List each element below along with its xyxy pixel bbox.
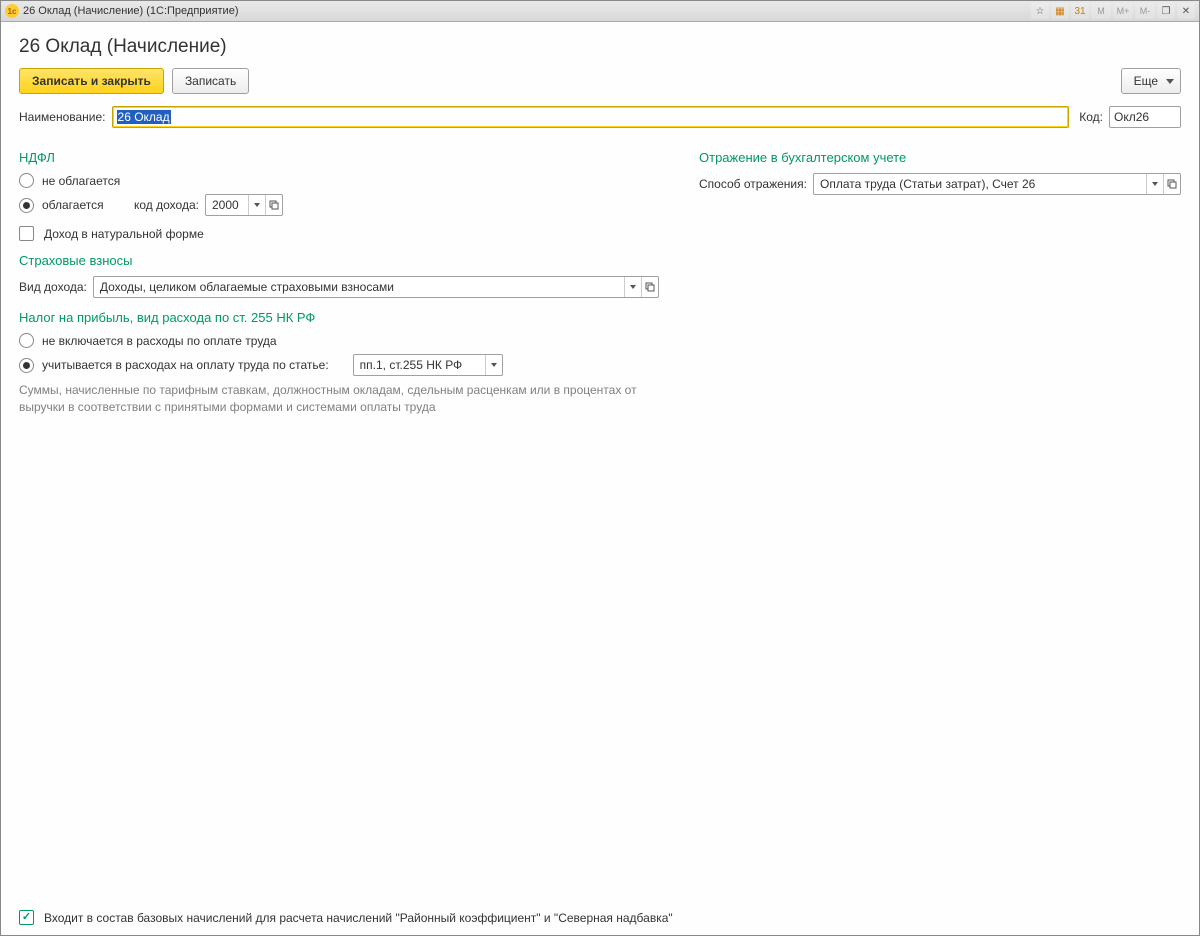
window-title: 26 Оклад (Начисление) (1С:Предприятие) bbox=[23, 5, 238, 17]
accounting-method-label: Способ отражения: bbox=[699, 177, 807, 191]
income-code-open-icon[interactable] bbox=[265, 195, 282, 215]
left-column: НДФЛ не облагается облагается код дохода… bbox=[19, 138, 659, 416]
insurance-title: Страховые взносы bbox=[19, 253, 659, 268]
save-button[interactable]: Записать bbox=[172, 68, 249, 94]
profit-article-dropdown-icon[interactable] bbox=[485, 355, 502, 375]
ndfl-taxed-radio[interactable] bbox=[19, 198, 34, 213]
maximize-icon[interactable]: ❐ bbox=[1157, 3, 1175, 19]
flex-spacer bbox=[19, 416, 1181, 900]
income-type-value: Доходы, целиком облагаемые страховыми вз… bbox=[94, 277, 624, 297]
memory-m-button[interactable]: M bbox=[1091, 3, 1111, 19]
natural-income-checkbox[interactable] bbox=[19, 226, 34, 241]
accounting-method-value: Оплата труда (Статьи затрат), Счет 26 bbox=[814, 174, 1146, 194]
income-code-dropdown-icon[interactable] bbox=[248, 195, 265, 215]
name-label: Наименование: bbox=[19, 110, 106, 124]
calendar-icon[interactable]: 31 bbox=[1071, 3, 1089, 19]
natural-income-label: Доход в натуральной форме bbox=[44, 227, 204, 241]
footer: Входит в состав базовых начислений для р… bbox=[1, 906, 1199, 935]
app-window: 1c 26 Оклад (Начисление) (1С:Предприятие… bbox=[0, 0, 1200, 936]
code-input[interactable]: Окл26 bbox=[1109, 106, 1181, 128]
profit-tax-hint: Суммы, начисленные по тарифным ставкам, … bbox=[19, 382, 659, 416]
toolbar: Записать и закрыть Записать Еще bbox=[19, 68, 1181, 94]
calculator-icon[interactable]: ▦ bbox=[1051, 3, 1069, 19]
memory-mplus-button[interactable]: M+ bbox=[1113, 3, 1133, 19]
save-close-label: Записать и закрыть bbox=[32, 74, 151, 88]
income-type-dropdown-icon[interactable] bbox=[624, 277, 641, 297]
page-title: 26 Оклад (Начисление) bbox=[19, 36, 1181, 58]
titlebar: 1c 26 Оклад (Начисление) (1С:Предприятие… bbox=[1, 1, 1199, 22]
profit-included-label: учитывается в расходах на оплату труда п… bbox=[42, 358, 329, 372]
close-icon[interactable]: ✕ bbox=[1177, 3, 1195, 19]
profit-included-radio[interactable] bbox=[19, 358, 34, 373]
ndfl-not-taxed-row[interactable]: не облагается bbox=[19, 173, 659, 188]
income-code-value: 2000 bbox=[206, 195, 248, 215]
favorite-icon[interactable]: ☆ bbox=[1031, 3, 1049, 19]
code-value: Окл26 bbox=[1114, 110, 1149, 124]
two-columns: НДФЛ не облагается облагается код дохода… bbox=[19, 138, 1181, 416]
profit-not-included-radio[interactable] bbox=[19, 333, 34, 348]
income-type-row: Вид дохода: Доходы, целиком облагаемые с… bbox=[19, 276, 659, 298]
accounting-method-dropdown-icon[interactable] bbox=[1146, 174, 1163, 194]
profit-article-combo[interactable]: пп.1, ст.255 НК РФ bbox=[353, 354, 503, 376]
natural-income-row[interactable]: Доход в натуральной форме bbox=[19, 226, 659, 241]
app-icon: 1c bbox=[5, 4, 19, 18]
content-area: 26 Оклад (Начисление) Записать и закрыть… bbox=[1, 22, 1199, 906]
ndfl-title: НДФЛ bbox=[19, 150, 659, 165]
income-type-combo[interactable]: Доходы, целиком облагаемые страховыми вз… bbox=[93, 276, 659, 298]
more-button[interactable]: Еще bbox=[1121, 68, 1181, 94]
accounting-title: Отражение в бухгалтерском учете bbox=[699, 150, 1181, 165]
more-label: Еще bbox=[1134, 74, 1158, 88]
accounting-method-row: Способ отражения: Оплата труда (Статьи з… bbox=[699, 173, 1181, 195]
code-label: Код: bbox=[1079, 110, 1103, 124]
chevron-down-icon bbox=[1166, 79, 1174, 84]
profit-tax-title: Налог на прибыль, вид расхода по ст. 255… bbox=[19, 310, 659, 325]
income-code-combo[interactable]: 2000 bbox=[205, 194, 283, 216]
memory-mminus-button[interactable]: M- bbox=[1135, 3, 1155, 19]
base-coeff-label: Входит в состав базовых начислений для р… bbox=[44, 911, 673, 925]
profit-not-included-label: не включается в расходы по оплате труда bbox=[42, 334, 277, 348]
name-input[interactable]: 26 Оклад bbox=[112, 106, 1070, 128]
profit-not-included-row[interactable]: не включается в расходы по оплате труда bbox=[19, 333, 659, 348]
ndfl-taxed-label: облагается bbox=[42, 198, 120, 212]
save-close-button[interactable]: Записать и закрыть bbox=[19, 68, 164, 94]
profit-included-row[interactable]: учитывается в расходах на оплату труда п… bbox=[19, 354, 659, 376]
profit-article-value: пп.1, ст.255 НК РФ bbox=[354, 355, 485, 375]
accounting-method-open-icon[interactable] bbox=[1163, 174, 1180, 194]
accounting-method-combo[interactable]: Оплата труда (Статьи затрат), Счет 26 bbox=[813, 173, 1181, 195]
right-column: Отражение в бухгалтерском учете Способ о… bbox=[699, 138, 1181, 416]
name-value: 26 Оклад bbox=[117, 110, 171, 124]
name-code-row: Наименование: 26 Оклад Код: Окл26 bbox=[19, 106, 1181, 128]
income-type-open-icon[interactable] bbox=[641, 277, 658, 297]
save-label: Записать bbox=[185, 74, 236, 88]
base-coeff-checkbox[interactable] bbox=[19, 910, 34, 925]
ndfl-not-taxed-label: не облагается bbox=[42, 174, 120, 188]
income-code-label: код дохода: bbox=[134, 198, 199, 212]
ndfl-taxed-row[interactable]: облагается код дохода: 2000 bbox=[19, 194, 659, 216]
ndfl-not-taxed-radio[interactable] bbox=[19, 173, 34, 188]
income-type-label: Вид дохода: bbox=[19, 280, 87, 294]
